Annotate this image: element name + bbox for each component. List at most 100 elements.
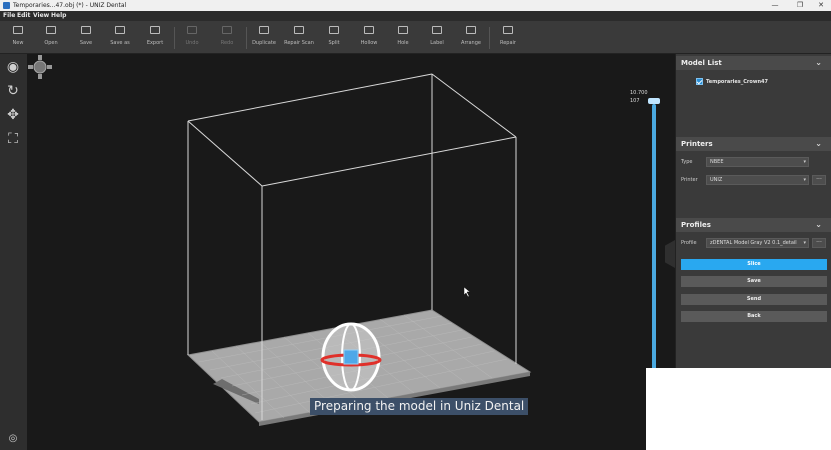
split-label: Split: [328, 40, 340, 46]
left-tool-strip: ◉ ↻ ✥ ⛶ ◎: [0, 54, 27, 450]
chevron-down-icon[interactable]: ⌄: [815, 218, 822, 232]
duplicate-label: Duplicate: [252, 40, 276, 46]
type-select[interactable]: NBEE ▾: [706, 157, 809, 167]
profile-select[interactable]: zDENTAL Model Gray V2 0.1_detail ▾: [706, 238, 809, 248]
rotate-gizmo[interactable]: [320, 322, 382, 392]
build-volume-scene: [186, 73, 532, 426]
new-icon: [13, 26, 23, 34]
menu-view[interactable]: View: [33, 11, 49, 21]
new-button[interactable]: New: [0, 24, 36, 52]
export-button[interactable]: Export: [137, 24, 173, 52]
printers-header[interactable]: Printers ⌄: [676, 137, 831, 151]
model-checkbox[interactable]: [696, 78, 703, 85]
minimize-button[interactable]: —: [765, 0, 785, 11]
profiles-header[interactable]: Profiles ⌄: [676, 218, 831, 232]
profile-save-button[interactable]: Save: [681, 276, 827, 287]
model-list-title: Model List: [681, 59, 722, 67]
menu-edit[interactable]: Edit: [17, 11, 30, 21]
redo-icon: [222, 26, 232, 34]
layer-height-readout: 10.700: [630, 90, 648, 96]
undo-button[interactable]: Undo: [174, 24, 210, 52]
save-label: Save: [79, 40, 93, 46]
printer-select[interactable]: UNIZ ▾: [706, 175, 809, 185]
dropdown-caret-icon: ▾: [803, 240, 806, 246]
profile-more-button[interactable]: ···: [812, 238, 826, 248]
title-bar: Temporaries...47.obj (*) - UNIZ Dental —…: [0, 0, 831, 11]
arrange-label: Arrange: [461, 40, 481, 46]
arrange-button[interactable]: Arrange: [453, 24, 489, 52]
toolbar: New Open Save Save as Export Undo Redo D…: [0, 21, 831, 54]
dropdown-caret-icon: ▾: [803, 177, 806, 183]
video-caption: Preparing the model in Uniz Dental: [310, 398, 529, 415]
mouse-cursor: [463, 286, 471, 298]
model-list-header[interactable]: Model List ⌄: [676, 56, 831, 70]
window-title: Temporaries...47.obj (*) - UNIZ Dental: [13, 2, 127, 9]
layer-count-readout: 107: [630, 98, 640, 104]
app-icon: [3, 2, 10, 9]
dropdown-caret-icon: ▾: [803, 159, 806, 165]
repair-scan-label: Repair Scan: [284, 40, 314, 46]
profile-label: Profile: [681, 240, 697, 246]
scale-icon[interactable]: ⛶: [4, 130, 22, 148]
slice-button[interactable]: Slice: [681, 259, 827, 270]
view-icon[interactable]: ◉: [4, 58, 22, 76]
hollow-button[interactable]: Hollow: [351, 24, 387, 52]
save-icon: [81, 26, 91, 34]
crown-model[interactable]: [343, 349, 359, 365]
layer-slider-handle[interactable]: [648, 98, 660, 104]
split-icon: [329, 26, 339, 34]
new-label: New: [12, 40, 24, 46]
repair-scan-icon: [294, 26, 304, 34]
menu-bar: File Edit View Help: [0, 11, 831, 21]
label-button[interactable]: Label: [419, 24, 455, 52]
printer-more-button[interactable]: ···: [812, 175, 826, 185]
settings-icon[interactable]: ◎: [4, 430, 22, 448]
save-as-button[interactable]: Save as: [102, 24, 138, 52]
close-button[interactable]: ✕: [811, 0, 831, 11]
maximize-button[interactable]: ❐: [790, 0, 810, 11]
undo-icon: [187, 26, 197, 34]
duplicate-icon: [259, 26, 269, 34]
chevron-down-icon[interactable]: ⌄: [815, 137, 822, 151]
rotate-icon[interactable]: ↻: [4, 82, 22, 100]
3d-viewport[interactable]: 10.700 107 Preparing the model in Uniz D…: [27, 54, 675, 450]
hole-icon: [398, 26, 408, 34]
split-button[interactable]: Split: [316, 24, 352, 52]
hole-button[interactable]: Hole: [385, 24, 421, 52]
chevron-down-icon[interactable]: ⌄: [815, 56, 822, 70]
save-as-label: Save as: [110, 40, 130, 46]
hollow-icon: [364, 26, 374, 34]
label-icon: [432, 26, 442, 34]
repair-scan-button[interactable]: Repair Scan: [281, 24, 317, 52]
navigation-cube[interactable]: [27, 54, 53, 80]
hole-label: Hole: [397, 40, 409, 46]
wrench-icon: [503, 26, 513, 34]
model-list-item[interactable]: Temporaries_Crown47: [706, 78, 768, 86]
open-button[interactable]: Open: [33, 24, 69, 52]
blank-overlay: [646, 368, 831, 450]
printer-value: UNIZ: [710, 177, 723, 183]
repair-button[interactable]: Repair: [490, 24, 526, 52]
type-value: NBEE: [710, 159, 724, 165]
printer-label: Printer: [681, 177, 698, 183]
send-button[interactable]: Send: [681, 294, 827, 305]
save-as-icon: [115, 26, 125, 34]
back-button[interactable]: Back: [681, 311, 827, 322]
move-icon[interactable]: ✥: [4, 106, 22, 124]
undo-label: Undo: [185, 40, 199, 46]
open-icon: [46, 26, 56, 34]
type-label: Type: [681, 159, 693, 165]
duplicate-button[interactable]: Duplicate: [246, 24, 282, 52]
profiles-title: Profiles: [681, 221, 711, 229]
save-button[interactable]: Save: [68, 24, 104, 52]
printers-title: Printers: [681, 140, 713, 148]
arrange-icon: [466, 26, 476, 34]
hollow-label: Hollow: [360, 40, 378, 46]
profile-value: zDENTAL Model Gray V2 0.1_detail: [710, 240, 797, 246]
redo-button[interactable]: Redo: [209, 24, 245, 52]
export-label: Export: [146, 40, 164, 46]
menu-file[interactable]: File: [3, 11, 15, 21]
menu-help[interactable]: Help: [51, 11, 66, 21]
export-icon: [150, 26, 160, 34]
label-label: Label: [430, 40, 444, 46]
